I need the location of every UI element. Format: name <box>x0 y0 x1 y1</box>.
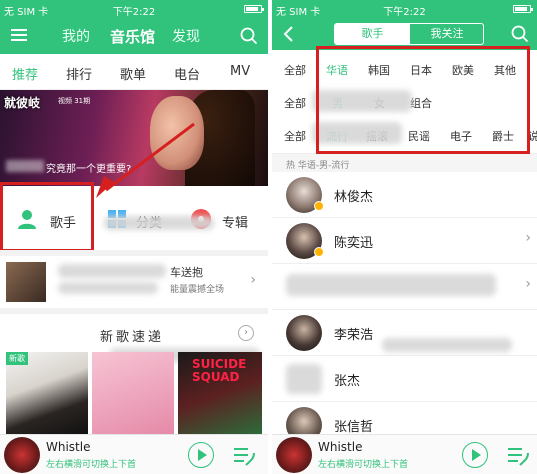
section-label: 热 华语-男-流行 <box>272 154 537 172</box>
mini-player[interactable]: Whistle 左右横滑可切换上下首 <box>0 434 268 474</box>
now-playing-title: Whistle <box>46 440 91 454</box>
top-bar: 我的 音乐馆 发现 <box>0 18 268 54</box>
album-cover[interactable]: SUICIDE SQUAD <box>178 352 262 434</box>
item-subtitle: 能量震撼全场 <box>170 285 225 295</box>
segmented-control: 歌手 我关注 <box>334 23 484 45</box>
banner-blur <box>6 160 44 172</box>
play-button[interactable] <box>188 442 214 468</box>
subtab-recommend[interactable]: 推荐 <box>12 64 38 83</box>
mini-player[interactable]: Whistle 左右横滑可切换上下首 <box>272 434 537 474</box>
play-button[interactable] <box>462 442 488 468</box>
clock-text: 下午2:22 <box>112 7 156 18</box>
blur-overlay <box>286 364 322 394</box>
singer-name: 张信哲 <box>334 420 374 435</box>
album-title: SUICIDE SQUAD <box>192 357 247 384</box>
tab-singers[interactable]: 歌手 <box>335 24 410 44</box>
category-album[interactable]: 专辑 <box>222 212 248 231</box>
search-icon[interactable] <box>240 27 258 45</box>
chevron-right-icon: › <box>525 276 531 292</box>
arrow-icon <box>96 122 195 198</box>
singer-row[interactable]: › <box>272 264 537 310</box>
swipe-hint: 左右横滑可切换上下首 <box>46 460 137 470</box>
more-icon[interactable]: › <box>238 325 254 341</box>
subtab-charts[interactable]: 排行 <box>66 64 92 83</box>
blur-overlay <box>382 338 512 352</box>
clock-text: 下午2:22 <box>383 7 426 18</box>
singer-name: 林俊杰 <box>334 190 374 205</box>
filter-gender-all[interactable]: 全部 <box>284 95 306 111</box>
banner-logo-sub: 视频 31期 <box>58 97 91 105</box>
singer-row[interactable]: 李荣浩 <box>272 310 537 356</box>
battery-icon <box>244 5 264 13</box>
now-playing-cover[interactable] <box>4 437 40 473</box>
tab-following[interactable]: 我关注 <box>410 24 483 44</box>
chevron-right-icon: › <box>525 230 531 246</box>
blur-overlay <box>58 282 158 294</box>
blur-overlay <box>58 264 166 278</box>
playlist-icon[interactable] <box>232 443 256 467</box>
chevron-right-icon: › <box>250 272 256 288</box>
singer-list-screen: 无 SIM 卡 下午2:22 歌手 我关注 全部 华语 韩国 日本 欧美 其他 … <box>272 0 537 474</box>
search-icon[interactable] <box>511 25 529 43</box>
item-title: 车送抱 <box>170 266 203 279</box>
highlight-filter-box <box>316 46 530 154</box>
tab-discover[interactable]: 发现 <box>172 26 200 46</box>
status-bar: 无 SIM 卡 下午2:22 <box>0 0 268 18</box>
vip-badge-icon <box>314 201 324 211</box>
singer-row[interactable]: 林俊杰 <box>272 172 537 218</box>
subtab-playlists[interactable]: 歌单 <box>120 64 146 83</box>
singer-row[interactable]: 张杰 <box>272 356 537 402</box>
swipe-hint: 左右横滑可切换上下首 <box>318 460 409 470</box>
menu-icon[interactable] <box>11 29 27 42</box>
singer-name: 李荣浩 <box>334 328 374 343</box>
now-playing-cover[interactable] <box>276 437 312 473</box>
battery-icon <box>513 5 533 13</box>
blur-overlay <box>286 274 496 296</box>
singer-name: 张杰 <box>334 374 361 389</box>
banner-logo: 就彼岐 <box>4 96 41 110</box>
highlight-singer-box <box>0 182 94 252</box>
vip-badge-icon <box>314 247 324 257</box>
subtab-mv[interactable]: MV <box>230 64 250 79</box>
music-hall-screen: 无 SIM 卡 下午2:22 我的 音乐馆 发现 推荐 排行 歌单 电台 MV … <box>0 0 268 474</box>
item-thumbnail <box>6 262 46 302</box>
blur-overlay <box>104 216 214 230</box>
sub-nav: 推荐 排行 歌单 电台 MV <box>0 54 268 90</box>
tab-mine[interactable]: 我的 <box>62 26 90 46</box>
filter-region-all[interactable]: 全部 <box>284 62 306 78</box>
back-icon[interactable] <box>282 25 294 43</box>
singer-name: 陈奕迅 <box>334 236 374 251</box>
album-cover[interactable] <box>92 352 174 434</box>
new-songs-section: 新歌速递 › 新歌 SUICIDE SQUAD <box>0 308 268 434</box>
new-badge: 新歌 <box>6 352 28 365</box>
tab-music-hall[interactable]: 音乐馆 <box>110 26 155 47</box>
playlist-icon[interactable] <box>506 443 530 467</box>
filter-genre-all[interactable]: 全部 <box>284 128 306 144</box>
album-cover[interactable]: 新歌 <box>6 352 88 434</box>
status-bar: 无 SIM 卡 下午2:22 <box>272 0 537 18</box>
singer-avatar <box>286 315 322 351</box>
subtab-radio[interactable]: 电台 <box>174 64 200 83</box>
now-playing-title: Whistle <box>318 440 363 454</box>
list-item[interactable]: 车送抱 能量震撼全场 › <box>0 250 268 308</box>
section-title: 新歌速递 <box>100 330 165 345</box>
singer-row[interactable]: 陈奕迅 › <box>272 218 537 264</box>
